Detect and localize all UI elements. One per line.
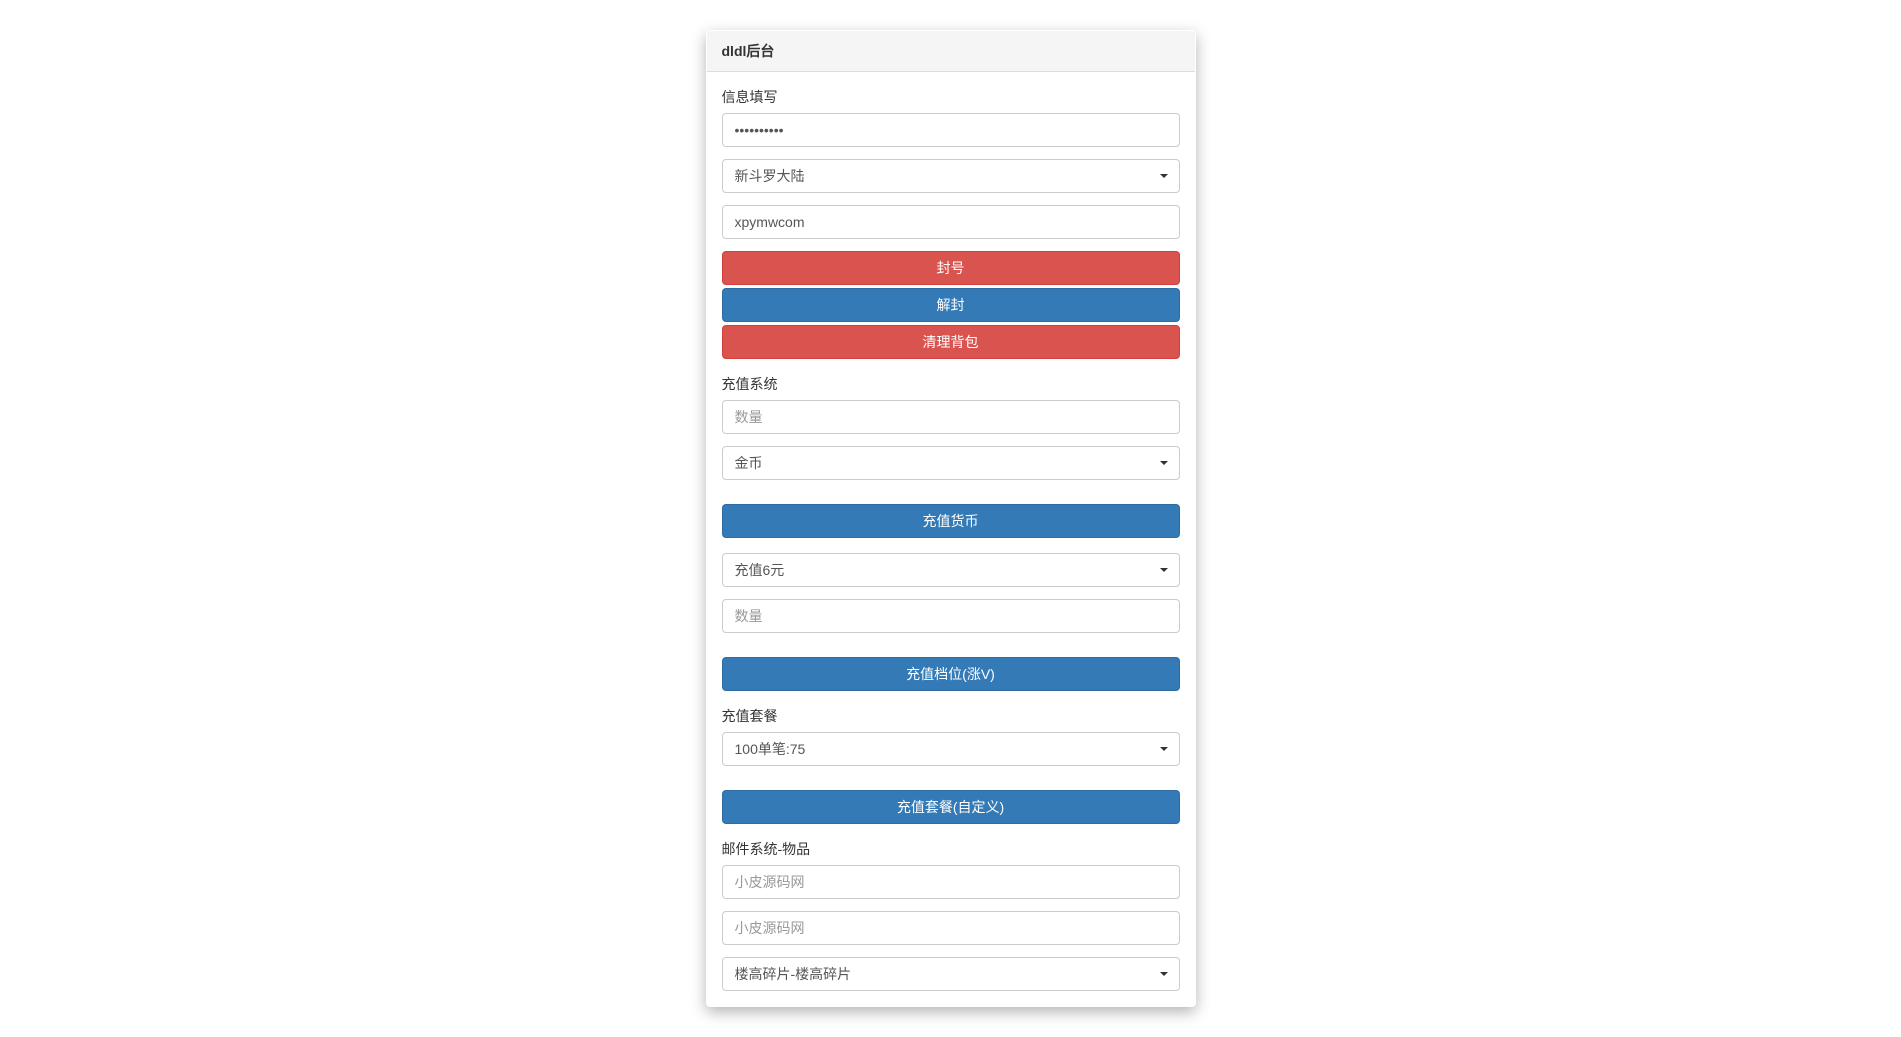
unban-button[interactable]: 解封 <box>722 288 1180 322</box>
currency-select-button[interactable]: 金币 <box>722 446 1180 480</box>
recharge-section-label: 充值系统 <box>722 374 1180 394</box>
ban-button[interactable]: 封号 <box>722 251 1180 285</box>
recharge-currency-button[interactable]: 充值货币 <box>722 504 1180 538</box>
panel-body: 信息填写 新斗罗大陆 封号 解封 清理背包 充值系统 金币 充值货币 充值6元 <box>707 72 1195 1006</box>
package-select[interactable]: 100单笔:75 <box>722 732 1180 766</box>
mail-section-label: 邮件系统-物品 <box>722 839 1180 859</box>
recharge-qty-input[interactable] <box>722 400 1180 434</box>
package-button[interactable]: 充值套餐(自定义) <box>722 790 1180 824</box>
admin-panel: dldl后台 信息填写 新斗罗大陆 封号 解封 清理背包 充值系统 金币 充值货… <box>706 30 1196 1007</box>
server-select-button[interactable]: 新斗罗大陆 <box>722 159 1180 193</box>
mail-field1-input[interactable] <box>722 865 1180 899</box>
recharge-tier-select[interactable]: 充值6元 <box>722 553 1180 587</box>
account-action-group: 封号 解封 清理背包 <box>722 251 1180 359</box>
currency-select[interactable]: 金币 <box>722 446 1180 480</box>
account-input[interactable] <box>722 205 1180 239</box>
mail-field2-input[interactable] <box>722 911 1180 945</box>
password-input[interactable] <box>722 113 1180 147</box>
clear-bag-button[interactable]: 清理背包 <box>722 325 1180 359</box>
package-section-label: 充值套餐 <box>722 706 1180 726</box>
package-select-button[interactable]: 100单笔:75 <box>722 732 1180 766</box>
mail-item-select[interactable]: 楼高碎片-楼高碎片 <box>722 957 1180 991</box>
recharge-tier-button[interactable]: 充值档位(涨V) <box>722 657 1180 691</box>
tier-qty-input[interactable] <box>722 599 1180 633</box>
server-select[interactable]: 新斗罗大陆 <box>722 159 1180 193</box>
mail-item-select-button[interactable]: 楼高碎片-楼高碎片 <box>722 957 1180 991</box>
info-section-label: 信息填写 <box>722 87 1180 107</box>
recharge-tier-select-button[interactable]: 充值6元 <box>722 553 1180 587</box>
panel-title: dldl后台 <box>707 31 1195 72</box>
